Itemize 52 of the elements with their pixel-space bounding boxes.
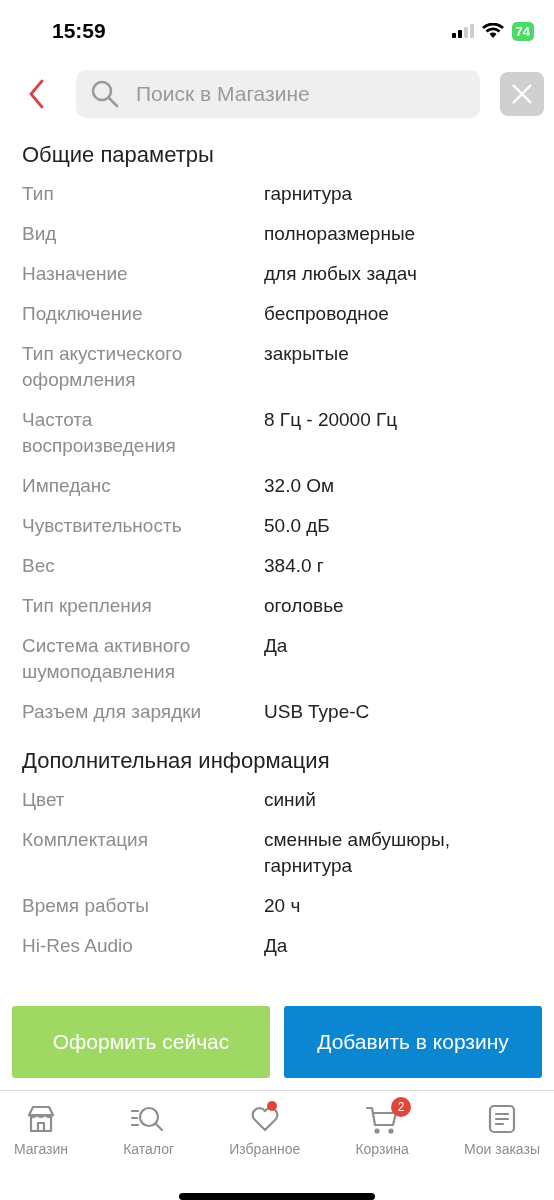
- tab-bar-item[interactable]: 2 Корзина: [341, 1097, 423, 1157]
- spec-label: Комплектация: [22, 828, 149, 852]
- spec-label: Тип акустического оформления: [22, 342, 184, 392]
- add-to-cart-button[interactable]: Добавить в корзину: [284, 1006, 542, 1078]
- spec-label: Назначение: [22, 262, 129, 286]
- spec-value: 8 Гц - 20000 Гц: [264, 408, 399, 432]
- spec-label: Подключение: [22, 302, 144, 326]
- spec-label: Чувствительность: [22, 514, 183, 538]
- spec-label: Тип крепления: [22, 594, 153, 618]
- spec-value: оголовье: [264, 594, 345, 618]
- spec-label: Импеданс: [22, 474, 112, 498]
- spec-value: Да: [264, 934, 289, 958]
- spec-value: 50.0 дБ: [264, 514, 331, 538]
- spec-value: беспроводное: [264, 302, 390, 326]
- spec-value: USB Type-C: [264, 700, 371, 724]
- spec-value: сменные амбушюры, гарнитура: [264, 828, 451, 878]
- spec-label: Частота воспроизведения: [22, 408, 177, 458]
- spec-value: полноразмерные: [264, 222, 417, 246]
- spec-label: Вес: [22, 554, 56, 578]
- spec-label: Система активного шумоподавления: [22, 634, 192, 684]
- spec-label: Цвет: [22, 788, 66, 812]
- spec-label: Вид: [22, 222, 58, 246]
- tab-bar-item[interactable]: Магазин: [0, 1097, 82, 1157]
- tab-bar-item[interactable]: Каталог: [109, 1097, 189, 1157]
- status-time: 15:59: [52, 19, 106, 43]
- spec-label: Hi-Res Audio: [22, 934, 134, 958]
- back-icon: [28, 79, 44, 109]
- shop-icon: [25, 1103, 57, 1135]
- document-icon: [486, 1103, 517, 1135]
- spec-value: 32.0 Ом: [264, 474, 336, 498]
- spec-value: Да: [264, 634, 289, 658]
- close-icon: [511, 83, 533, 105]
- spec-value: для любых задач: [264, 262, 418, 286]
- tab-bar-item[interactable]: Избранное: [215, 1097, 315, 1157]
- spec-value: 20 ч: [264, 894, 302, 918]
- battery-level: 74: [511, 21, 534, 41]
- cart-count: 2: [391, 1097, 412, 1117]
- spec-label: Время работы: [22, 894, 150, 918]
- section-heading: Дополнительная информация: [22, 747, 331, 775]
- search-input[interactable]: Поиск в Магазине: [134, 81, 466, 107]
- section-heading: Общие параметры: [22, 141, 215, 169]
- spec-value: гарнитура: [264, 182, 354, 206]
- search-field[interactable]: Поиск в Магазине: [76, 70, 480, 118]
- spec-label: Тип: [22, 182, 55, 206]
- spec-value: закрытые: [264, 342, 350, 366]
- wifi-icon: [481, 23, 504, 39]
- spec-value: 384.0 г: [264, 554, 325, 578]
- signal-icon: [451, 24, 474, 38]
- tab-bar-item[interactable]: Мои заказы: [449, 1097, 554, 1157]
- spec-label: Разъем для зарядки: [22, 700, 203, 724]
- spec-value: синий: [264, 788, 317, 812]
- search-icon: [90, 79, 120, 109]
